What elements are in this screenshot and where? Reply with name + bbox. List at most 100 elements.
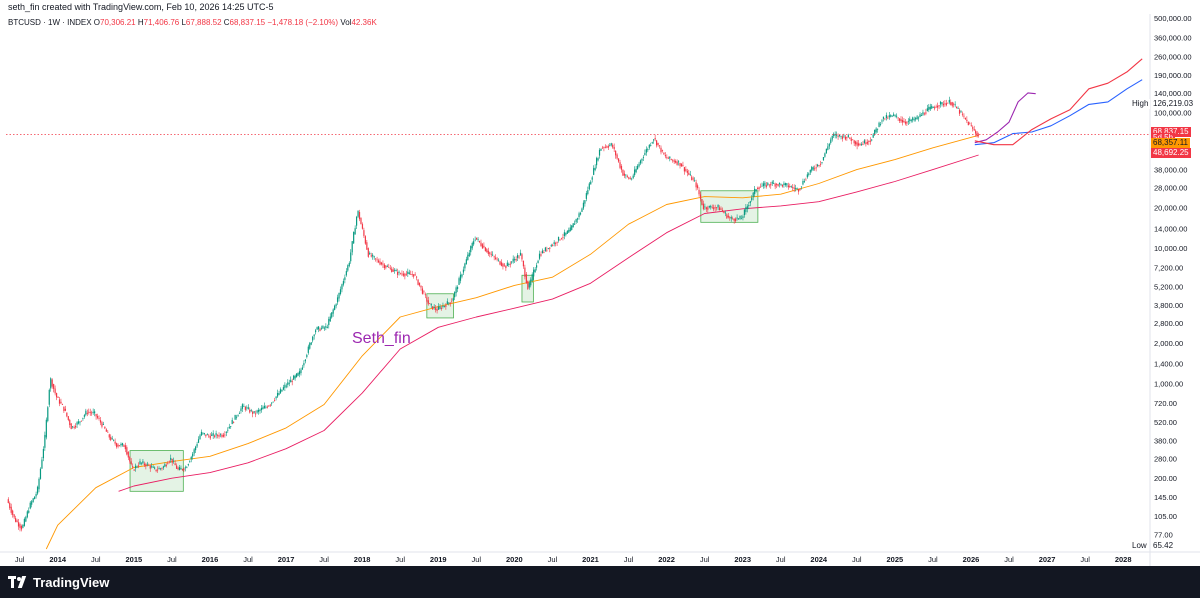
- candle-body: [13, 514, 15, 518]
- candle-body: [527, 280, 529, 290]
- candle-body: [336, 297, 339, 303]
- candle-body: [12, 510, 14, 515]
- candle-body: [524, 267, 526, 277]
- candle-body: [878, 122, 880, 127]
- candle-body: [754, 188, 756, 195]
- candle-body: [446, 301, 448, 305]
- candle-body: [151, 466, 153, 468]
- candle-body: [616, 154, 618, 159]
- candle-body: [306, 354, 308, 358]
- symbol-label[interactable]: BTCUSD · 1W · INDEX: [8, 18, 92, 27]
- candle-body: [762, 183, 765, 187]
- candle-body: [926, 108, 928, 112]
- candle-body: [252, 411, 254, 414]
- candle-body: [563, 232, 566, 237]
- candle-body: [601, 147, 604, 149]
- candle-body: [625, 174, 627, 176]
- candle-body: [82, 417, 84, 419]
- candle-body: [287, 382, 289, 385]
- candle-body: [212, 433, 214, 436]
- candle-body: [634, 169, 636, 176]
- candle-body: [473, 241, 475, 245]
- candle-body: [566, 230, 568, 234]
- candle-body: [67, 416, 69, 420]
- candle-body: [818, 165, 820, 166]
- candle-body: [515, 259, 517, 261]
- candle-body: [607, 146, 609, 148]
- candle-body: [742, 216, 744, 219]
- candle-body: [202, 432, 204, 434]
- price-chart[interactable]: Seth_fin 500,000.00 360,000.00 260,000.00 19…: [0, 14, 1200, 566]
- candle-body: [366, 242, 368, 250]
- y-tick-label: 2,800.00: [1154, 319, 1183, 328]
- candle-body: [843, 135, 845, 137]
- candle-body: [519, 252, 522, 256]
- x-tick-label: 2023: [734, 555, 751, 564]
- candle-body: [208, 435, 210, 437]
- candle-body: [906, 122, 908, 124]
- candle-body: [793, 187, 795, 189]
- candle-body: [92, 411, 94, 413]
- candle-body: [455, 287, 457, 294]
- candle-body: [353, 232, 355, 244]
- candle-body: [407, 271, 409, 274]
- candle-body: [462, 269, 465, 273]
- candle-body: [181, 469, 184, 470]
- candle-body: [281, 389, 283, 392]
- candle-body: [969, 123, 971, 125]
- candle-body: [872, 134, 874, 138]
- candle-body: [75, 425, 77, 428]
- y-tick-label: 10,000.00: [1154, 244, 1187, 253]
- candle-body: [121, 443, 124, 446]
- candle-body: [146, 463, 148, 465]
- candle-body: [19, 524, 21, 528]
- candle-body: [402, 273, 405, 276]
- candle-body: [326, 327, 328, 328]
- candle-body: [553, 242, 555, 245]
- candle-body: [348, 262, 350, 266]
- candle-body: [91, 412, 93, 414]
- candle-body: [610, 143, 612, 146]
- candle-body: [114, 441, 116, 444]
- candle-body: [809, 169, 811, 173]
- candle-body: [430, 303, 432, 306]
- candle-body: [660, 147, 662, 153]
- y-tick-label: 200.00: [1154, 474, 1177, 483]
- candle-body: [505, 265, 507, 269]
- candle-body: [705, 207, 707, 210]
- candle-body: [443, 305, 446, 307]
- candle-body: [196, 444, 198, 447]
- candle-body: [140, 462, 143, 464]
- candle-body: [898, 118, 901, 121]
- candle-body: [776, 183, 778, 185]
- candle-body: [130, 461, 132, 465]
- candle-body: [557, 236, 560, 241]
- candle-body: [689, 174, 691, 176]
- candle-body: [329, 316, 331, 322]
- candle-body: [459, 274, 462, 281]
- candle-body: [574, 223, 576, 225]
- candle-body: [916, 116, 918, 120]
- candle-body: [190, 456, 192, 460]
- candle-body: [831, 135, 833, 140]
- candle-body: [26, 511, 28, 518]
- candle-body: [405, 273, 407, 275]
- candle-body: [338, 292, 340, 299]
- candle-body: [780, 183, 782, 185]
- candle-body: [246, 407, 248, 409]
- candle-body: [162, 466, 165, 468]
- candle-body: [47, 407, 49, 422]
- candle-body: [361, 224, 364, 229]
- candle-body: [481, 244, 484, 249]
- candle-body: [638, 163, 640, 167]
- tradingview-brand[interactable]: TradingView: [8, 574, 109, 590]
- candle-body: [713, 207, 715, 210]
- candle-body: [635, 168, 637, 173]
- candle-body: [424, 294, 426, 296]
- candle-body: [493, 256, 495, 258]
- candle-body: [654, 137, 656, 140]
- candle-body: [266, 406, 268, 408]
- candle-body: [830, 139, 832, 143]
- candle-body: [102, 424, 105, 426]
- candle-body: [154, 467, 156, 469]
